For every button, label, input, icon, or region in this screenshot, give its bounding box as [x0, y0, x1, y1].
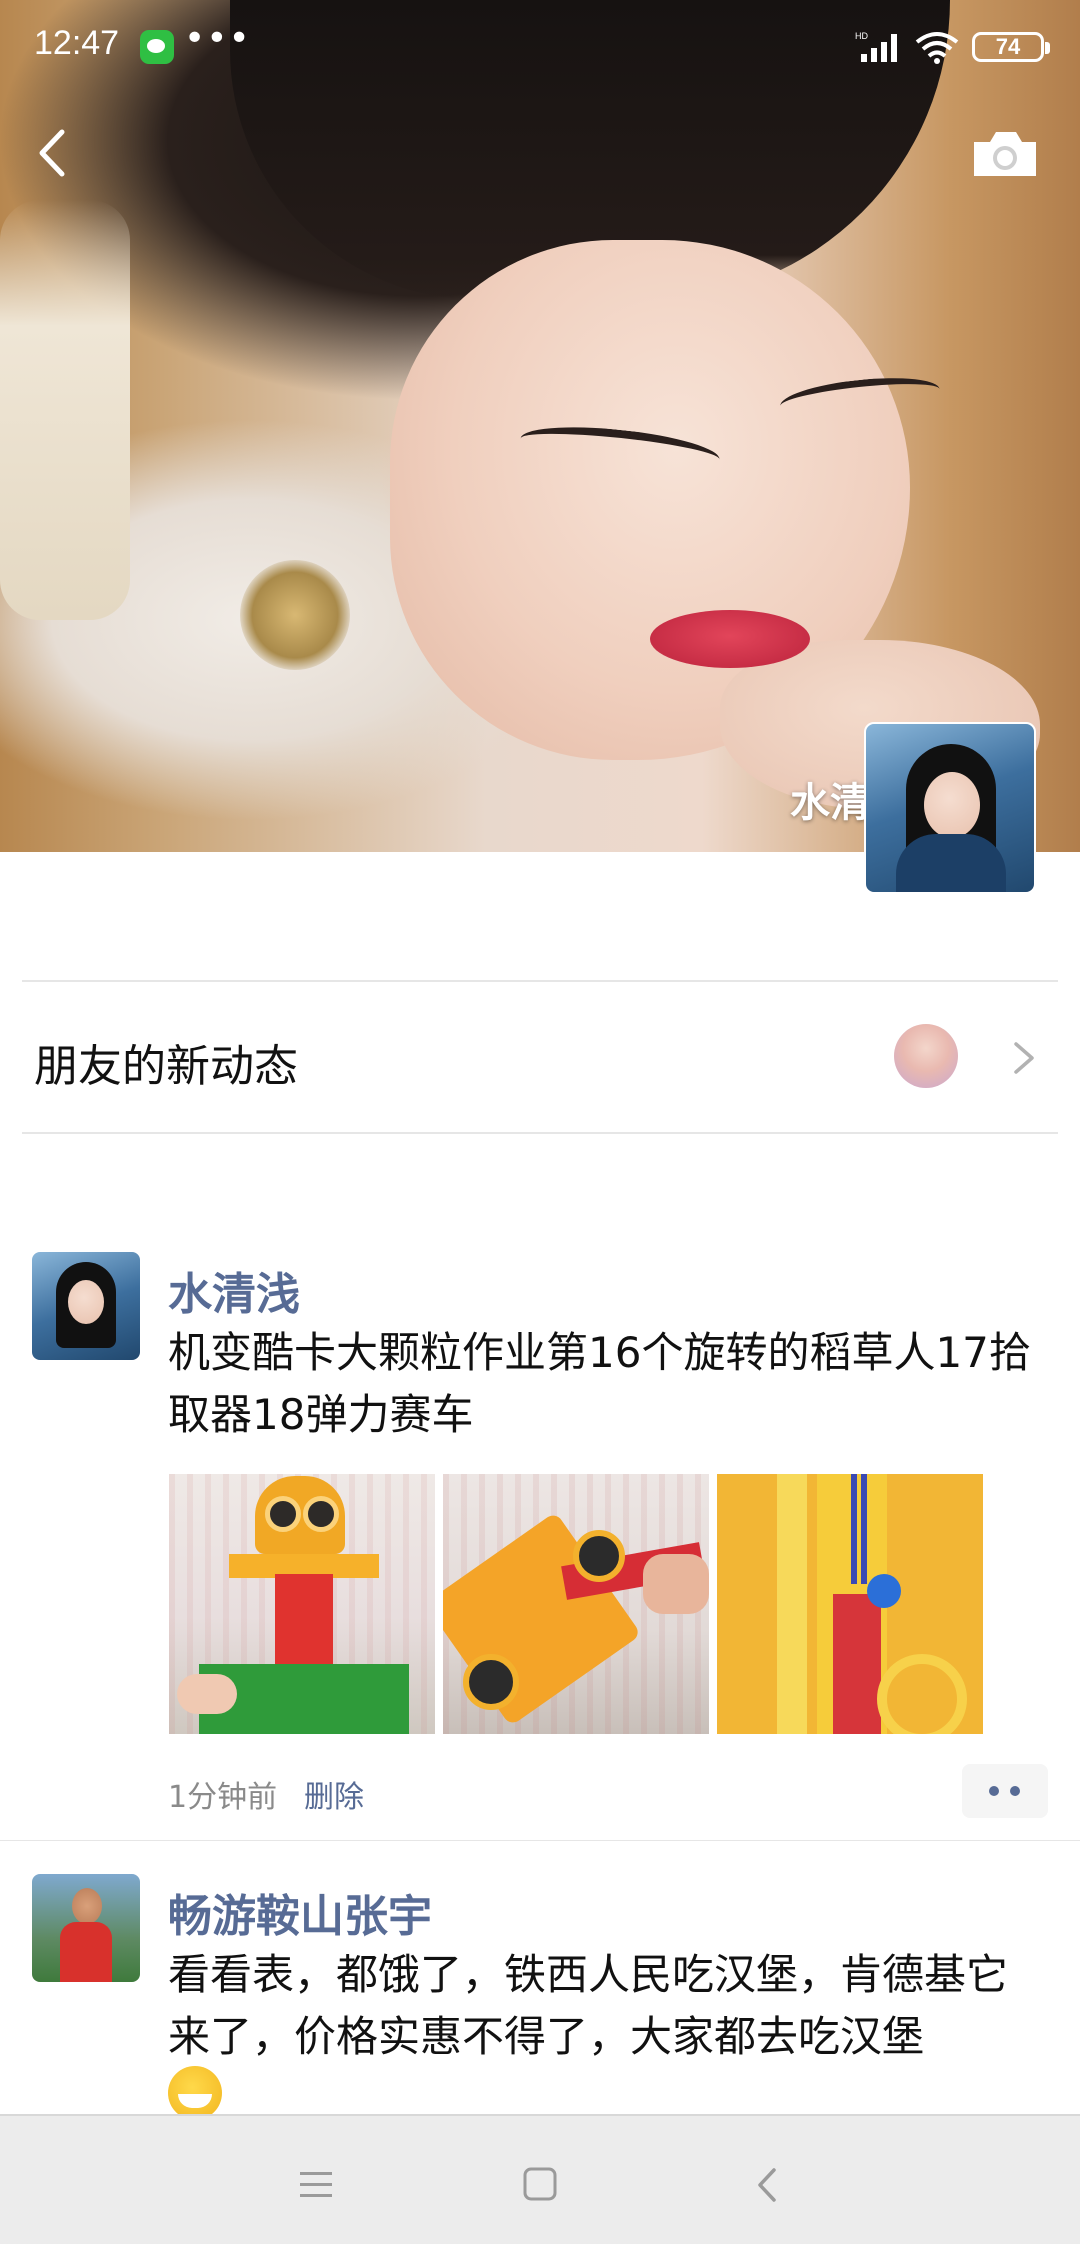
post-divider [0, 1840, 1080, 1841]
back-triangle-icon[interactable] [752, 2166, 782, 2204]
friends-updates-avatar [894, 1024, 958, 1088]
post-text: 看看表，都饿了，铁西人民吃汉堡，肯德基它来了，价格实惠不得了，大家都去吃汉堡 [168, 1950, 1009, 2061]
post-photo-3[interactable] [717, 1474, 983, 1734]
post-author-avatar[interactable] [32, 1252, 140, 1360]
post-text: 机变酷卡大颗粒作业第16个旋转的稻草人17拾取器18弹力赛车 [168, 1328, 1031, 1439]
menu-icon[interactable] [298, 2168, 334, 2202]
status-bar: 12:47 ••• HD 74 [0, 0, 1080, 96]
post-photo-2[interactable] [443, 1474, 709, 1734]
cover-lips [650, 610, 810, 668]
battery-icon: 74 [972, 32, 1050, 62]
status-more-dots: ••• [184, 18, 251, 59]
cover-tassel [0, 200, 130, 620]
profile-avatar[interactable] [864, 722, 1036, 894]
more-dots-icon [989, 1786, 999, 1796]
back-button[interactable] [20, 118, 90, 188]
camera-button[interactable] [960, 118, 1050, 188]
status-time: 12:47 [34, 24, 120, 62]
network-type-label: HD [855, 31, 868, 41]
post-photo-1[interactable] [169, 1474, 435, 1734]
cover-earring [240, 560, 350, 670]
system-nav-bar [0, 2114, 1080, 2244]
friends-updates-label: 朋友的新动态 [34, 1041, 298, 1092]
post-author-name[interactable]: 畅游鞍山张宇 [168, 1880, 432, 1944]
post-timestamp: 1分钟前 [168, 1780, 278, 1815]
divider-top [22, 980, 1058, 982]
delete-post-link[interactable]: 删除 [304, 1772, 364, 1816]
chevron-right-icon [1014, 1042, 1034, 1074]
wifi-icon [915, 32, 959, 64]
more-dots-icon-dot [1010, 1786, 1020, 1796]
signal-icon: HD [855, 31, 897, 62]
home-square-icon[interactable] [522, 2166, 558, 2202]
wechat-notification-icon [140, 30, 174, 64]
post-action-button[interactable] [962, 1764, 1048, 1818]
post-author-avatar[interactable] [32, 1874, 140, 1982]
post-author-name[interactable]: 水清浅 [168, 1258, 300, 1322]
grin-emoji-icon [168, 2066, 222, 2120]
divider-bottom [22, 1132, 1058, 1134]
